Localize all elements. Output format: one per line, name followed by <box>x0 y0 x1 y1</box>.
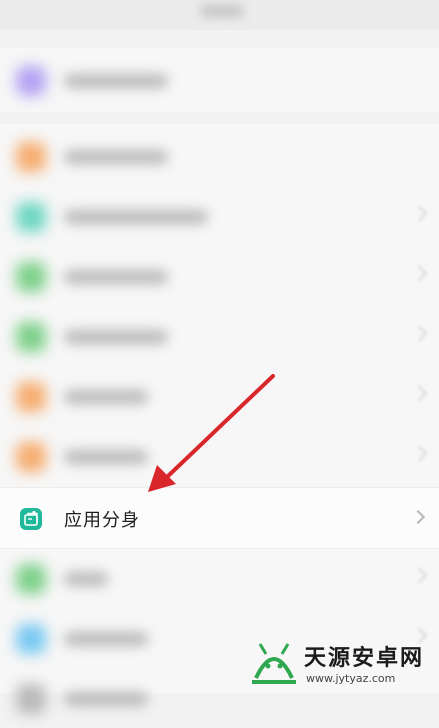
settings-item-blurred[interactable] <box>0 186 439 246</box>
settings-item-label <box>64 692 148 706</box>
settings-item-icon <box>16 684 46 714</box>
settings-item-label <box>64 330 168 344</box>
settings-screen: 应用分身 天源安卓网 www.jytyaz.com <box>0 0 439 714</box>
settings-item-blurred[interactable] <box>0 246 439 306</box>
chevron-right-icon <box>411 567 428 584</box>
settings-item-label <box>64 632 148 646</box>
settings-item-blurred[interactable] <box>0 366 439 426</box>
watermark: 天源安卓网 www.jytyaz.com <box>244 636 439 693</box>
chevron-right-icon <box>411 205 428 222</box>
app-clone-icon <box>20 508 42 530</box>
settings-item-label <box>64 74 168 88</box>
settings-item-icon <box>16 66 46 96</box>
chevron-right-icon <box>411 325 428 342</box>
settings-item-label <box>64 150 168 164</box>
android-logo-icon <box>252 643 296 684</box>
settings-item-icon <box>16 202 46 232</box>
watermark-title: 天源安卓网 <box>304 646 425 671</box>
settings-item-blurred[interactable] <box>0 426 439 486</box>
settings-item-icon <box>16 262 46 292</box>
watermark-url: www.jytyaz.com <box>306 672 396 685</box>
settings-item-blurred[interactable] <box>0 50 439 110</box>
settings-item-label <box>64 572 108 586</box>
chevron-right-icon <box>411 265 428 282</box>
settings-item-icon <box>16 322 46 352</box>
top-bar <box>0 0 439 30</box>
settings-item-label <box>64 450 148 464</box>
settings-item-icon <box>16 624 46 654</box>
app-clone-label: 应用分身 <box>64 510 140 531</box>
settings-item-label <box>64 270 168 284</box>
settings-item-icon <box>16 564 46 594</box>
chevron-right-icon <box>411 385 428 402</box>
settings-group-1 <box>0 48 439 112</box>
settings-item-blurred[interactable] <box>0 126 439 186</box>
settings-item-icon <box>16 142 46 172</box>
settings-item-label <box>64 210 208 224</box>
settings-item-label <box>64 390 148 404</box>
settings-group-2: 应用分身 <box>0 124 439 714</box>
settings-item-blurred[interactable] <box>0 548 439 608</box>
settings-item-app-clone[interactable]: 应用分身 <box>0 487 439 549</box>
settings-item-icon <box>16 442 46 472</box>
chevron-right-icon <box>411 445 428 462</box>
settings-item-icon <box>16 382 46 412</box>
chevron-right-icon <box>410 509 426 525</box>
settings-item-blurred[interactable] <box>0 306 439 366</box>
page-title <box>200 4 244 18</box>
